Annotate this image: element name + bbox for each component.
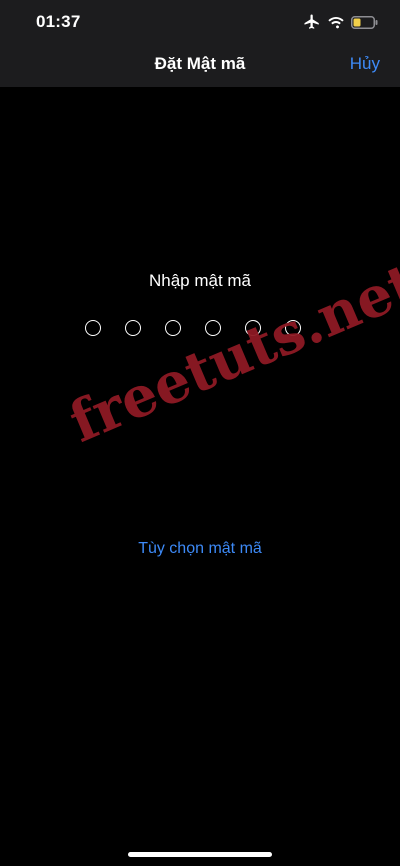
battery-icon [351,15,378,29]
passcode-dot [125,320,141,336]
cancel-button[interactable]: Hủy [350,54,380,74]
navigation-bar: Đặt Mật mã Hủy [0,44,400,87]
page-title: Đặt Mật mã [154,54,246,73]
passcode-dot [165,320,181,336]
home-indicator[interactable] [128,852,272,857]
status-time: 01:37 [36,12,81,31]
status-icons [303,12,378,32]
passcode-dot [85,320,101,336]
top-bar-area: 01:37 Đặt Mật mã Hủy [0,0,400,87]
passcode-options-link[interactable]: Tùy chọn mật mã [0,540,400,558]
wifi-icon [328,17,344,29]
status-bar: 01:37 [0,0,400,44]
airplane-icon [304,14,319,29]
